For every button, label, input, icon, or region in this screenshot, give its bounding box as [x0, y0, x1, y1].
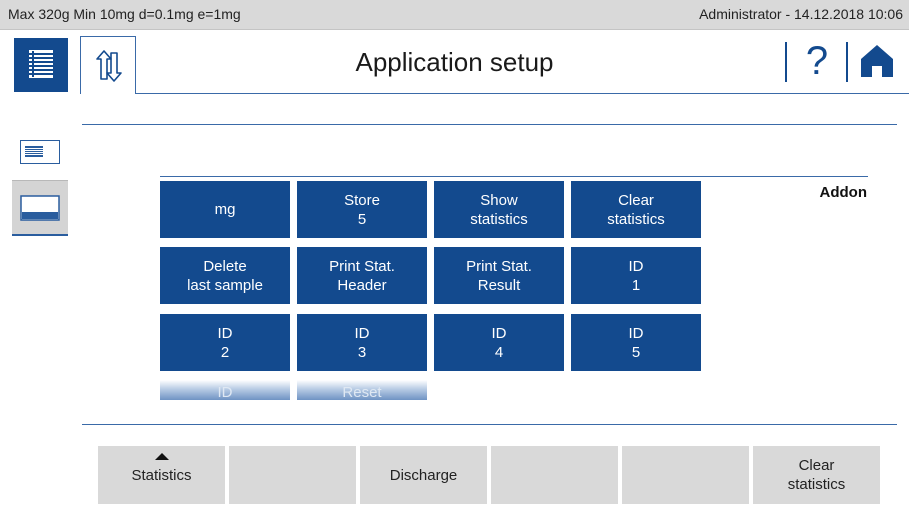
fkey-id-1[interactable]: ID 1: [571, 247, 701, 304]
fkey-line2: 2: [220, 343, 230, 361]
fkey-line1: Reset: [342, 384, 382, 400]
fkey-line1: mg: [214, 201, 236, 218]
softkey-clear-statistics[interactable]: Clear statistics: [753, 446, 880, 504]
divider-bottom: [82, 424, 897, 425]
softkey-discharge[interactable]: Discharge: [360, 446, 489, 504]
section-label: Addon: [819, 184, 867, 201]
fkey-line1: ID: [628, 257, 644, 275]
fkey-line2: statistics: [470, 210, 528, 228]
fkey-line2: statistics: [607, 210, 665, 228]
function-keys-view-icon: [20, 195, 60, 221]
softkey-empty[interactable]: [622, 446, 751, 504]
fkey-line2: 5: [357, 210, 367, 228]
fkey-print-stat-header[interactable]: Print Stat. Header: [297, 247, 427, 304]
softkey-empty[interactable]: [229, 446, 358, 504]
divider-top: [82, 124, 897, 125]
fkey-line1: ID: [217, 324, 233, 342]
scale-info: Max 320g Min 10mg d=0.1mg e=1mg: [8, 6, 241, 22]
fkey-line2: last sample: [187, 276, 263, 294]
page-title: Application setup: [355, 47, 554, 77]
expand-up-icon: [154, 453, 169, 460]
user-datetime: Administrator - 14.12.2018 10:06: [699, 6, 903, 22]
fkey-line2: 5: [631, 343, 641, 361]
fkey-id-3[interactable]: ID 3: [297, 314, 427, 371]
fkey-line1: Clear: [618, 191, 654, 209]
header-underline: [136, 93, 909, 94]
header: Application setup ?: [0, 30, 909, 94]
fkey-line1: ID: [491, 324, 507, 342]
fkey-line1: ID: [354, 324, 370, 342]
fkey-line1: ID: [628, 324, 644, 342]
fkey-line2: 1: [631, 276, 641, 294]
softkey-statistics[interactable]: Statistics: [98, 446, 227, 504]
fkey-store[interactable]: Store 5: [297, 181, 427, 238]
status-bar: Max 320g Min 10mg d=0.1mg e=1mg Administ…: [0, 0, 909, 30]
fkey-line2: Header: [337, 276, 387, 294]
softkey-label-2: statistics: [787, 476, 846, 493]
fkey-mg[interactable]: mg: [160, 181, 290, 238]
function-keys-view-button[interactable]: [12, 180, 68, 236]
divider-section: [160, 176, 868, 177]
list-view-button[interactable]: [20, 140, 60, 164]
fkey-line2: 3: [357, 343, 367, 361]
softkey-bar: Statistics Discharge Clear statistics: [98, 446, 880, 504]
fkey-line2: Result: [477, 276, 521, 294]
fkey-line1: Print Stat.: [329, 257, 395, 275]
fkey-line1: Show: [480, 191, 518, 209]
fkey-print-stat-result[interactable]: Print Stat. Result: [434, 247, 564, 304]
fkey-show-statistics[interactable]: Show statistics: [434, 181, 564, 238]
list-view-icon: [25, 146, 43, 157]
header-divider: [846, 42, 848, 82]
fkey-id-4[interactable]: ID 4: [434, 314, 564, 371]
fkey-delete-last-sample[interactable]: Delete last sample: [160, 247, 290, 304]
help-icon[interactable]: ?: [800, 38, 834, 84]
fkey-id-2[interactable]: ID 2: [160, 314, 290, 371]
fkey-id-5[interactable]: ID 5: [571, 314, 701, 371]
fkey-line2: 4: [494, 343, 504, 361]
softkey-label: Discharge: [389, 466, 458, 484]
fkey-clear-statistics[interactable]: Clear statistics: [571, 181, 701, 238]
fkey-line1: Store: [344, 191, 380, 209]
softkey-label: Clear: [798, 457, 835, 474]
home-icon[interactable]: [860, 44, 894, 78]
fkey-line1: Print Stat.: [466, 257, 532, 275]
fkey-line1: Delete: [203, 257, 247, 275]
fkey-line1: ID: [217, 384, 233, 400]
header-divider: [785, 42, 787, 82]
fkey-id-partial[interactable]: ID: [160, 380, 290, 400]
fkey-reset-partial[interactable]: Reset: [297, 380, 427, 400]
softkey-empty[interactable]: [491, 446, 620, 504]
softkey-label: Statistics: [131, 466, 192, 484]
